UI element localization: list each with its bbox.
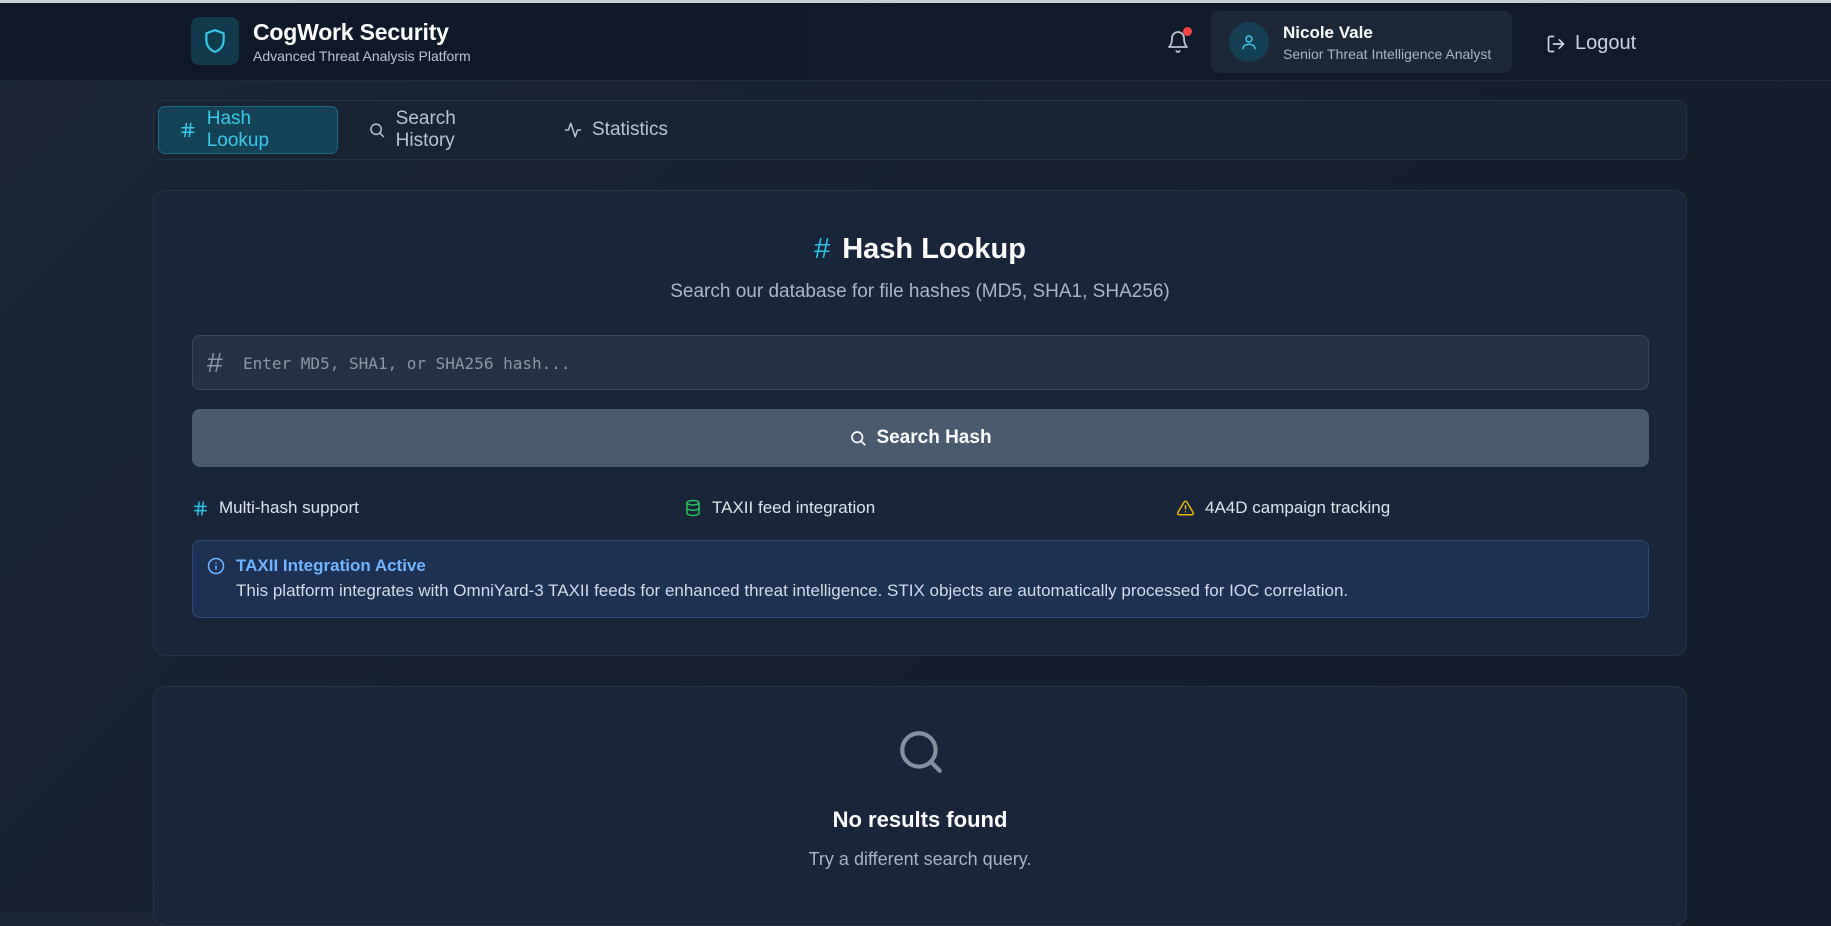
- results-panel: No results found Try a different search …: [153, 686, 1687, 926]
- feature-multi-hash: Multi-hash support: [192, 498, 359, 518]
- logout-icon: [1547, 35, 1565, 52]
- hash-icon: #: [814, 233, 831, 265]
- panel-title: # Hash Lookup: [154, 233, 1686, 266]
- search-icon: [370, 123, 385, 138]
- brand-subtitle: Advanced Threat Analysis Platform: [253, 48, 471, 64]
- tab-label: Statistics: [592, 119, 669, 140]
- user-name: Nicole Vale: [1283, 22, 1373, 42]
- feature-taxii: TAXII feed integration: [684, 498, 875, 518]
- hash-icon: [194, 500, 207, 516]
- notifications-button[interactable]: [1166, 27, 1192, 59]
- hash-icon: #: [207, 347, 223, 378]
- search-icon: [900, 731, 942, 773]
- hash-lookup-panel: # Hash Lookup Search our database for fil…: [153, 190, 1687, 656]
- main-tabs: Hash Lookup Search History Statistics: [153, 100, 1687, 160]
- tab-hash-lookup[interactable]: Hash Lookup: [158, 106, 338, 154]
- tab-search-history[interactable]: Search History: [348, 106, 538, 154]
- app-header: CogWork Security Advanced Threat Analysi…: [0, 3, 1831, 81]
- tab-label: Hash Lookup: [206, 108, 270, 151]
- brand-title: CogWork Security: [253, 19, 449, 45]
- user-role: Senior Threat Intelligence Analyst: [1283, 45, 1492, 62]
- tab-label: Search History: [395, 108, 456, 151]
- info-title: TAXII Integration Active: [236, 556, 426, 575]
- feature-label: TAXII feed integration: [712, 498, 876, 517]
- activity-icon: [564, 122, 582, 138]
- tab-statistics[interactable]: Statistics: [544, 106, 704, 154]
- hash-search-input[interactable]: [241, 336, 1635, 391]
- feature-label: 4A4D campaign tracking: [1205, 498, 1391, 517]
- search-button-label: Search Hash: [876, 427, 992, 448]
- info-text: This platform integrates with OmniYard-3…: [236, 581, 1349, 600]
- panel-title-text: Hash Lookup: [842, 233, 1026, 265]
- search-hash-button[interactable]: Search Hash: [192, 409, 1649, 467]
- logout-label: Logout: [1575, 32, 1637, 54]
- hash-icon: [181, 122, 195, 138]
- panel-subtitle: Search our database for file hashes (MD5…: [670, 281, 1170, 302]
- user-profile[interactable]: Nicole Vale Senior Threat Intelligence A…: [1211, 11, 1512, 73]
- notification-dot: [1183, 27, 1192, 36]
- brand-text: CogWork Security Advanced Threat Analysi…: [253, 18, 471, 64]
- warning-icon: [1176, 500, 1195, 516]
- feature-label: Multi-hash support: [219, 498, 359, 517]
- empty-state-title: No results found: [832, 807, 1008, 832]
- info-icon: [207, 557, 225, 575]
- empty-state-subtitle: Try a different search query.: [808, 849, 1032, 869]
- logout-button[interactable]: Logout: [1546, 32, 1636, 55]
- feature-campaign-tracking: 4A4D campaign tracking: [1176, 498, 1390, 518]
- brand[interactable]: CogWork Security Advanced Threat Analysi…: [191, 17, 471, 65]
- shield-icon: [191, 17, 239, 65]
- taxii-info-alert: TAXII Integration Active This platform i…: [192, 540, 1649, 618]
- database-icon: [686, 499, 700, 517]
- user-info: Nicole Vale Senior Threat Intelligence A…: [1283, 23, 1491, 62]
- hash-input-wrapper: #: [192, 335, 1649, 391]
- search-icon: [851, 431, 867, 446]
- user-avatar-icon: [1229, 22, 1269, 62]
